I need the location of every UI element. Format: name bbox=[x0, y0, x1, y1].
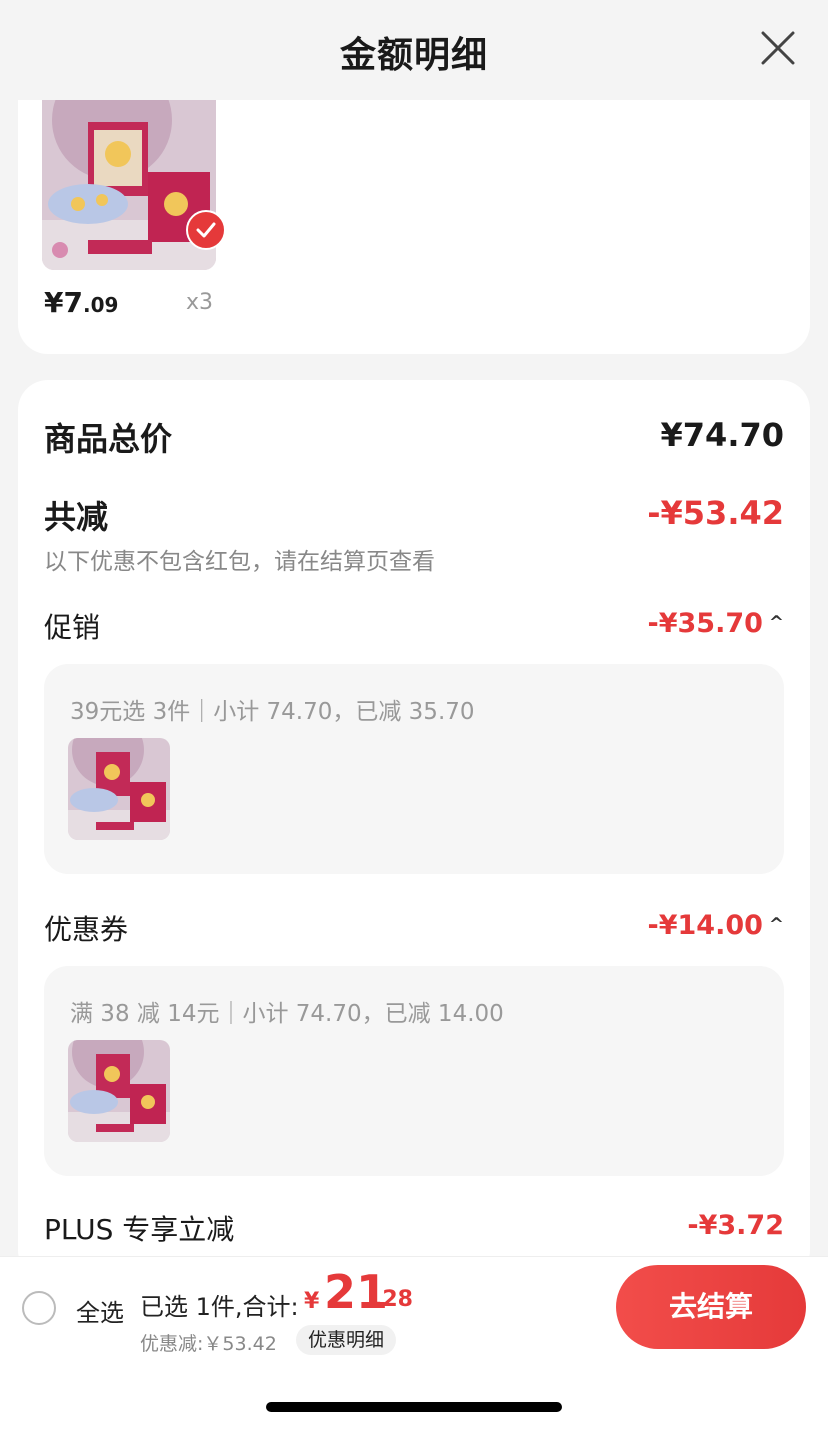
selected-check-icon[interactable] bbox=[186, 210, 226, 250]
product-image[interactable] bbox=[42, 100, 216, 270]
home-indicator bbox=[266, 1402, 562, 1412]
reduce-value: -¥53.42 bbox=[647, 494, 784, 532]
reduce-label: 共减 bbox=[44, 498, 109, 536]
total-label: 商品总价 bbox=[44, 420, 173, 458]
discount-note: 以下优惠不包含红包，请在结算页查看 bbox=[44, 549, 435, 575]
selected-count-text: 已选 1件,合计: bbox=[140, 1293, 299, 1321]
promotion-value: -¥35.70 bbox=[647, 608, 763, 639]
total-value: ¥74.70 bbox=[660, 416, 784, 454]
modal-header: 金额明细 bbox=[0, 0, 828, 100]
item-quantity: x3 bbox=[186, 290, 214, 315]
chevron-up-icon[interactable]: ^ bbox=[769, 914, 784, 935]
select-all-label[interactable]: 全选 bbox=[76, 1293, 124, 1328]
checkout-button[interactable]: 去结算 bbox=[616, 1265, 806, 1349]
price-breakdown-card: 商品总价 ¥74.70 共减 -¥53.42 以下优惠不包含红包，请在结算页查看… bbox=[18, 380, 810, 1280]
promotion-row[interactable]: 促销 -¥35.70 ^ bbox=[44, 606, 784, 646]
home-area bbox=[0, 1356, 828, 1430]
close-icon[interactable] bbox=[758, 28, 798, 68]
total-row: 商品总价 ¥74.70 bbox=[44, 414, 784, 460]
promotion-label: 促销 bbox=[44, 611, 101, 644]
item-price-dec: .09 bbox=[82, 293, 119, 317]
plus-row: PLUS 专享立减 -¥3.72 bbox=[44, 1208, 784, 1248]
checkout-bar: 全选 已选 1件,合计: ¥ 21 .28 优惠减:￥53.42 优惠明细 去结… bbox=[0, 1256, 828, 1357]
item-price-int: ¥7 bbox=[44, 286, 83, 319]
discount-summary: 优惠减:￥53.42 bbox=[140, 1333, 277, 1355]
promotion-product-thumbnail[interactable] bbox=[68, 738, 170, 840]
coupon-label: 优惠券 bbox=[44, 913, 129, 946]
item-price: ¥7.09 bbox=[44, 286, 118, 319]
coupon-row[interactable]: 优惠券 -¥14.00 ^ bbox=[44, 908, 784, 948]
discount-detail-button[interactable]: 优惠明细 bbox=[296, 1325, 397, 1355]
coupon-detail-box: 满 38 减 14元｜小计 74.70，已减 14.00 bbox=[44, 966, 784, 1176]
chevron-up-icon[interactable]: ^ bbox=[769, 612, 784, 633]
promotion-detail-box: 39元选 3件｜小计 74.70，已减 35.70 bbox=[44, 664, 784, 874]
plus-label: PLUS 专享立减 bbox=[44, 1213, 235, 1246]
coupon-product-thumbnail[interactable] bbox=[68, 1040, 170, 1142]
coupon-value: -¥14.00 bbox=[647, 910, 763, 941]
total-amount-dec: .28 bbox=[374, 1287, 413, 1312]
plus-value: -¥3.72 bbox=[687, 1210, 784, 1241]
promotion-detail-text: 39元选 3件｜小计 74.70，已减 35.70 bbox=[70, 699, 475, 725]
reduce-row: 共减 -¥53.42 bbox=[44, 492, 784, 538]
page-title: 金额明细 bbox=[339, 35, 488, 76]
total-currency: ¥ bbox=[304, 1289, 320, 1314]
coupon-detail-text: 满 38 减 14元｜小计 74.70，已减 14.00 bbox=[70, 1001, 504, 1027]
product-card: ¥7.09 x3 bbox=[18, 100, 810, 354]
select-all-radio[interactable] bbox=[22, 1291, 56, 1325]
